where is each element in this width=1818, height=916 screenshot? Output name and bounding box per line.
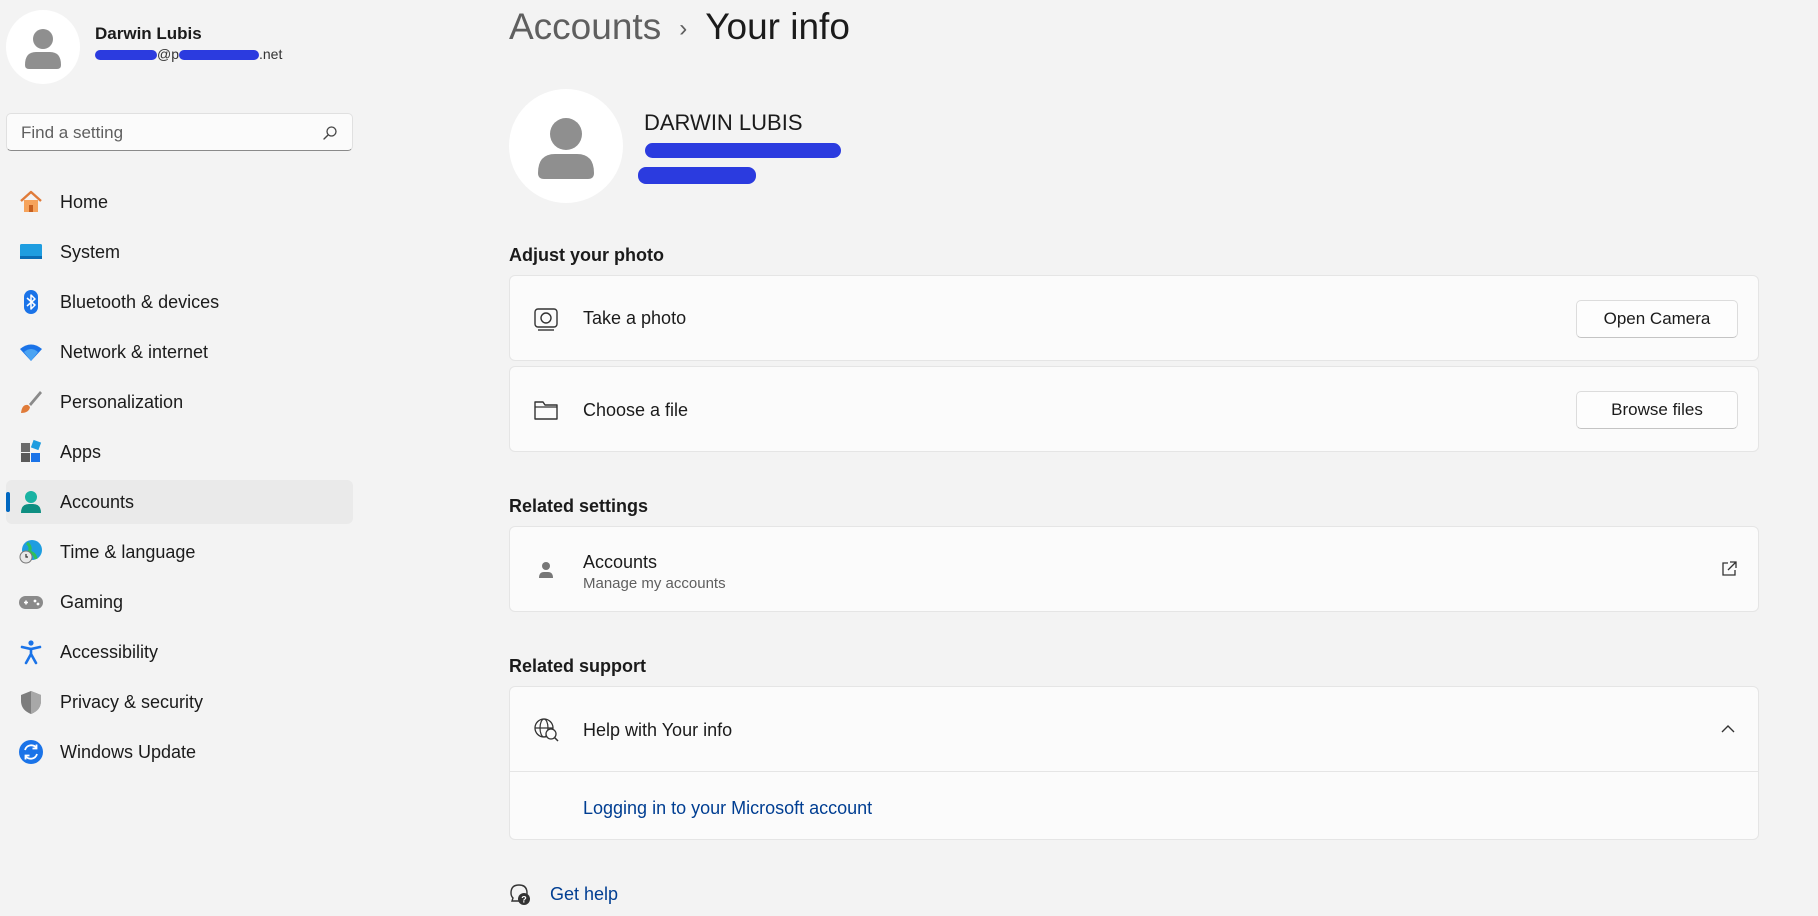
user-name: Darwin Lubis <box>95 24 202 43</box>
redaction-mark <box>179 50 259 61</box>
folder-icon <box>532 396 560 424</box>
sidebar-item-label: Personalization <box>60 391 184 412</box>
apps-icon <box>18 439 44 465</box>
sidebar-item-home[interactable]: Home <box>6 180 353 224</box>
system-icon <box>18 239 44 265</box>
get-help-icon: ? <box>508 882 532 906</box>
sidebar-item-label: Windows Update <box>60 741 197 762</box>
sidebar-item-privacy-security[interactable]: Privacy & security <box>6 680 353 724</box>
person-icon <box>538 118 594 179</box>
breadcrumb-separator: › <box>679 15 688 43</box>
person-icon <box>25 29 61 69</box>
sidebar-item-label: Gaming <box>60 591 124 612</box>
accounts-icon <box>18 489 44 515</box>
sidebar-item-gaming[interactable]: Gaming <box>6 580 353 624</box>
sidebar-item-bluetooth-devices[interactable]: Bluetooth & devices <box>6 280 353 324</box>
open-camera-button[interactable]: Open Camera <box>1576 300 1738 338</box>
get-help-link[interactable]: Get help <box>550 884 618 905</box>
chevron-up-icon[interactable] <box>1720 721 1736 737</box>
profile-name: DARWIN LUBIS <box>644 110 803 135</box>
email-visible-end: .net <box>259 46 283 62</box>
sidebar-item-label: Bluetooth & devices <box>60 291 220 312</box>
sidebar-item-label: Network & internet <box>60 341 209 362</box>
choose-file-label: Choose a file <box>583 400 689 420</box>
sidebar-item-accounts[interactable]: Accounts <box>6 480 353 524</box>
sidebar-item-label: System <box>60 241 121 262</box>
globe-clock-icon <box>18 539 44 565</box>
take-photo-card: Take a photo Open Camera <box>509 275 1759 361</box>
search-input[interactable] <box>19 122 313 144</box>
breadcrumb-parent[interactable]: Accounts <box>509 6 661 47</box>
search-box[interactable] <box>6 113 353 151</box>
user-email: @p .net <box>95 46 282 62</box>
sidebar-item-label: Privacy & security <box>60 691 204 712</box>
sidebar-item-personalization[interactable]: Personalization <box>6 380 353 424</box>
help-expander: Help with Your info Logging in to your M… <box>509 686 1759 840</box>
svg-text:?: ? <box>521 895 527 905</box>
shield-icon <box>18 689 44 715</box>
accounts-link-label: Accounts <box>583 552 658 572</box>
accounts-link-card[interactable]: Accounts Manage my accounts <box>509 526 1759 612</box>
accessibility-icon <box>18 639 44 665</box>
sidebar-item-system[interactable]: System <box>6 230 353 274</box>
sidebar-nav: Home System Bluetooth & devices Network … <box>6 180 353 780</box>
open-external-icon <box>1720 560 1738 578</box>
sidebar-item-network-internet[interactable]: Network & internet <box>6 330 353 374</box>
redaction-mark <box>638 167 756 184</box>
redaction-mark <box>95 50 157 61</box>
section-title-adjust-photo: Adjust your photo <box>509 245 664 265</box>
help-expander-label: Help with Your info <box>583 720 733 740</box>
user-avatar[interactable] <box>6 10 80 84</box>
camera-icon <box>532 305 560 333</box>
sidebar-item-label: Accounts <box>60 491 135 512</box>
sidebar-item-windows-update[interactable]: Windows Update <box>6 730 353 774</box>
section-title-related-settings: Related settings <box>509 496 649 516</box>
search-icon[interactable] <box>322 125 338 141</box>
divider <box>510 771 1758 772</box>
sidebar-item-label: Home <box>60 191 109 212</box>
choose-file-card: Choose a file Browse files <box>509 366 1759 452</box>
bluetooth-icon <box>18 289 44 315</box>
page-title: Your info <box>705 6 850 47</box>
person-icon <box>532 556 560 584</box>
globe-help-icon <box>532 715 560 743</box>
home-icon <box>18 189 44 215</box>
update-icon <box>18 739 44 765</box>
profile-picture <box>509 89 623 203</box>
brush-icon <box>18 389 44 415</box>
sidebar-item-label: Accessibility <box>60 641 159 662</box>
gamepad-icon <box>18 589 44 615</box>
section-title-related-support: Related support <box>509 656 647 676</box>
browse-files-button[interactable]: Browse files <box>1576 391 1738 429</box>
email-visible-start: @p <box>157 46 179 62</box>
breadcrumb: Accounts › Your info <box>509 6 850 48</box>
sidebar-item-label: Apps <box>60 441 102 462</box>
sidebar-item-time-language[interactable]: Time & language <box>6 530 353 574</box>
sidebar-item-label: Time & language <box>60 541 196 562</box>
help-link-microsoft-account[interactable]: Logging in to your Microsoft account <box>583 798 872 819</box>
redaction-mark <box>645 143 841 158</box>
sidebar-item-accessibility[interactable]: Accessibility <box>6 630 353 674</box>
sidebar-item-apps[interactable]: Apps <box>6 430 353 474</box>
accounts-link-subtitle: Manage my accounts <box>583 575 726 592</box>
wifi-icon <box>18 339 44 365</box>
help-expander-header[interactable]: Help with Your info <box>510 687 1758 771</box>
take-photo-label: Take a photo <box>583 308 687 328</box>
